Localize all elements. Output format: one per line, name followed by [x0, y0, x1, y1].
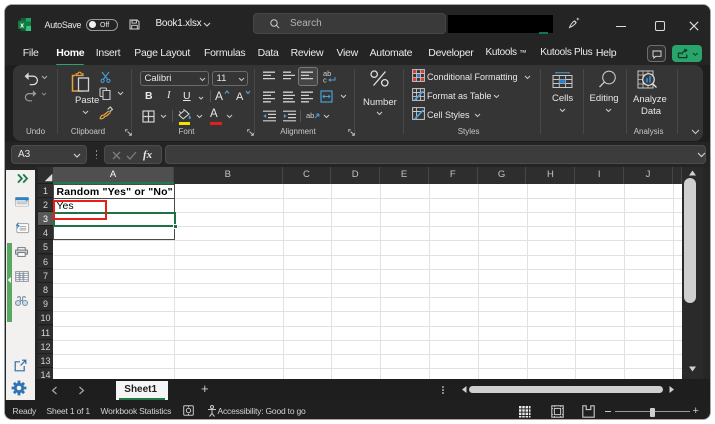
svg-text:ab: ab	[306, 111, 314, 120]
svg-text:c: c	[323, 76, 327, 85]
